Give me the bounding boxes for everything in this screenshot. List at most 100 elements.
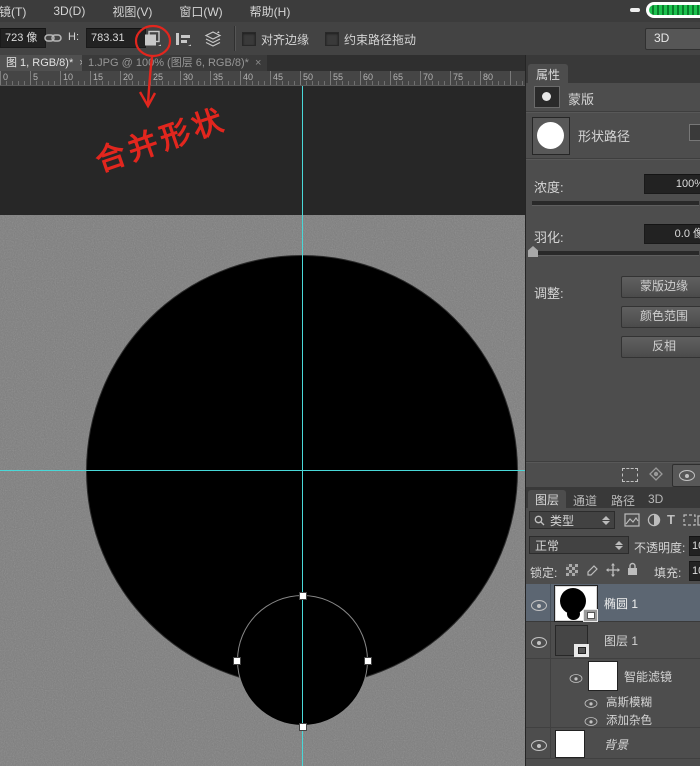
mask-visibility-button[interactable]	[672, 464, 700, 487]
layer-thumbnail-layer1[interactable]	[555, 625, 588, 656]
blend-mode-row: 正常 不透明度: 100	[526, 533, 700, 558]
filter-pixel-icon[interactable]	[624, 513, 640, 527]
path-operations-button[interactable]	[140, 27, 166, 51]
invert-button[interactable]: 反相	[621, 336, 700, 358]
shape-path-thumbnail[interactable]	[532, 117, 570, 155]
opacity-value[interactable]: 100	[689, 536, 700, 556]
lock-pixels-icon[interactable]	[586, 563, 600, 577]
color-range-button[interactable]: 颜色范围	[621, 306, 700, 328]
filter-type-tool-icon[interactable]: T	[667, 512, 675, 527]
apply-mask-icon[interactable]	[648, 466, 664, 482]
smart-object-badge	[574, 644, 589, 657]
document-tab-inactive[interactable]: 1.JPG @ 100% (图层 6, RGB/8)* ×	[82, 55, 267, 71]
layer-row-background[interactable]: 背景	[526, 728, 700, 759]
filter-adjustment-icon[interactable]	[647, 513, 661, 527]
lock-position-icon[interactable]	[606, 563, 620, 577]
lock-all-icon[interactable]	[626, 562, 639, 577]
feather-label: 羽化:	[534, 227, 564, 246]
visibility-eye-icon[interactable]	[531, 637, 547, 648]
eye-icon	[679, 470, 695, 481]
vector-mask-badge	[583, 609, 598, 622]
layer-name[interactable]: 椭圆 1	[604, 595, 638, 612]
search-icon	[534, 515, 545, 526]
density-value[interactable]: 100%	[644, 174, 700, 194]
fill-value[interactable]: 100	[689, 561, 700, 581]
path-anchor-left[interactable]	[233, 657, 241, 665]
menu-filter[interactable]: 滤镜(T)	[0, 3, 26, 20]
smart-filters-row[interactable]: 智能滤镜	[526, 659, 700, 692]
filter-add-noise-row[interactable]: 添加杂色	[526, 710, 700, 728]
document-tab-inactive-label: 1.JPG @ 100% (图层 6, RGB/8)*	[88, 55, 249, 71]
mask-header-row: 蒙版	[526, 83, 700, 111]
constrain-drag-label: 约束路径拖动	[344, 31, 416, 48]
lock-label: 锁定:	[530, 564, 557, 581]
horizontal-guide[interactable]	[0, 470, 525, 471]
feather-slider-thumb[interactable]	[528, 246, 538, 257]
lock-transparency-icon[interactable]	[566, 564, 578, 576]
blend-mode-dropdown[interactable]: 正常	[529, 536, 629, 554]
path-arrangement-button[interactable]	[200, 27, 226, 51]
smart-filters-label[interactable]: 智能滤镜	[624, 668, 672, 685]
path-alignment-button[interactable]	[170, 27, 196, 51]
load-selection-icon[interactable]	[622, 468, 638, 482]
document-tab-strip: 图 1, RGB/8)* × 1.JPG @ 100% (图层 6, RGB/8…	[0, 55, 525, 71]
filter-name[interactable]: 高斯模糊	[606, 694, 652, 710]
path-anchor-right[interactable]	[364, 657, 372, 665]
smart-filter-mask-thumbnail[interactable]	[588, 661, 618, 691]
filter-gaussian-blur-row[interactable]: 高斯模糊	[526, 692, 700, 710]
path-anchor-top[interactable]	[299, 592, 307, 600]
tab-3d[interactable]: 3D	[648, 492, 663, 506]
layer-row-ellipse1[interactable]: 椭圆 1	[526, 584, 700, 622]
3d-mode-dropdown[interactable]: 3D	[645, 28, 700, 50]
document-tab-active[interactable]: 图 1, RGB/8)* ×	[0, 55, 92, 71]
layers-tab-strip: 图层 通道 路径 3D	[526, 487, 700, 508]
path-anchor-bottom[interactable]	[299, 723, 307, 731]
layer-row-layer1[interactable]: 图层 1	[526, 622, 700, 659]
feather-value[interactable]: 0.0 像	[644, 224, 700, 244]
chevron-updown-icon	[615, 540, 623, 551]
lock-row: 锁定: 填充: 100	[526, 558, 700, 584]
width-field[interactable]: 723 像	[0, 28, 46, 48]
menu-3d[interactable]: 3D(D)	[53, 4, 85, 18]
layer-thumbnail-ellipse1[interactable]	[555, 586, 597, 621]
document-tab-active-label: 图 1, RGB/8)*	[6, 55, 73, 71]
close-icon[interactable]: ×	[255, 55, 261, 71]
tab-properties[interactable]: 属性	[528, 64, 568, 85]
visibility-eye-icon[interactable]	[585, 717, 598, 726]
layer-name[interactable]: 图层 1	[604, 632, 638, 649]
height-label: H:	[68, 31, 79, 43]
align-edges-checkbox[interactable]	[242, 32, 256, 46]
shape-path-row: 形状路径	[526, 112, 700, 158]
feather-slider[interactable]	[532, 251, 699, 256]
menu-window[interactable]: 窗口(W)	[179, 3, 222, 20]
tab-layers[interactable]: 图层	[528, 490, 566, 509]
photoshop-window: 滤镜(T) 3D(D) 视图(V) 窗口(W) 帮助(H) 723 像 H: 7…	[0, 0, 700, 766]
adjust-label: 调整:	[534, 283, 564, 302]
visibility-eye-icon[interactable]	[585, 699, 598, 708]
tab-channels[interactable]: 通道	[573, 492, 597, 509]
menu-help[interactable]: 帮助(H)	[250, 3, 291, 20]
visibility-eye-icon[interactable]	[570, 674, 583, 683]
mask-edge-button[interactable]: 蒙版边缘	[621, 276, 700, 298]
tab-paths[interactable]: 路径	[611, 492, 635, 509]
height-field[interactable]: 783.31	[86, 28, 146, 48]
filter-name[interactable]: 添加杂色	[606, 712, 652, 728]
recording-indicator	[646, 2, 700, 18]
horizontal-ruler[interactable]: 0 5 10 15 20 25 30 35 40 45 50 55 60 65 …	[0, 71, 525, 86]
visibility-eye-icon[interactable]	[531, 740, 547, 751]
shape-path-option-icon[interactable]	[689, 124, 700, 141]
vertical-guide[interactable]	[302, 86, 303, 766]
constrain-drag-checkbox[interactable]	[325, 32, 339, 46]
density-label: 浓度:	[534, 177, 564, 196]
chevron-updown-icon	[602, 515, 610, 526]
filter-shape-icon[interactable]	[682, 513, 697, 527]
visibility-eye-icon[interactable]	[531, 600, 547, 611]
layer-thumbnail-background[interactable]	[555, 730, 585, 758]
link-dimensions-icon[interactable]	[44, 32, 62, 44]
density-slider[interactable]	[532, 201, 699, 206]
canvas-area[interactable]	[0, 86, 525, 766]
filter-type-dropdown[interactable]: 类型	[529, 511, 615, 529]
options-bar: 723 像 H: 783.31	[0, 22, 700, 56]
layer-name[interactable]: 背景	[604, 736, 628, 753]
menu-view[interactable]: 视图(V)	[112, 3, 152, 20]
